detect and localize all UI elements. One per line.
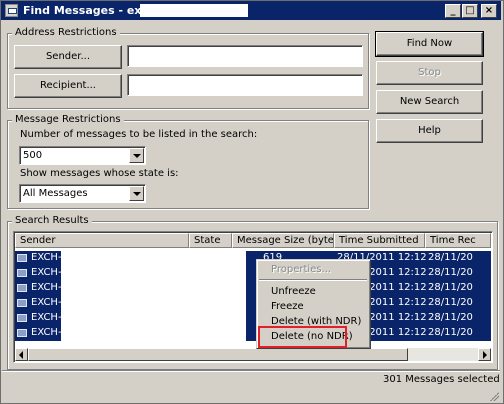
row-time-received: 28/11/20 (428, 267, 473, 278)
row-time-received: 28/11/20 (428, 297, 473, 308)
menu-separator (259, 279, 367, 281)
scroll-left-icon[interactable] (15, 348, 28, 361)
sender-field[interactable] (127, 45, 363, 67)
window-icon (5, 4, 18, 17)
message-count-label: Number of messages to be listed in the s… (20, 129, 258, 140)
sender-button[interactable]: Sender... (14, 45, 122, 69)
row-time-received: 28/11/20 (428, 282, 473, 293)
message-count-value: 500 (23, 150, 43, 161)
redaction (61, 250, 246, 341)
row-sender: EXCH- (31, 312, 62, 323)
combo-arrow-icon[interactable] (129, 186, 144, 201)
message-count-combo[interactable]: 500 (19, 146, 146, 165)
message-state-label: Show messages whose state is: (20, 168, 179, 179)
message-state-combo[interactable]: All Messages (19, 184, 146, 203)
column-header-size[interactable]: Message Size (bytes) (232, 233, 334, 248)
close-button[interactable]: × (481, 4, 497, 18)
message-icon (17, 299, 27, 307)
column-header-sender[interactable]: Sender (15, 233, 189, 248)
column-header-state[interactable]: State (189, 233, 232, 248)
scroll-right-icon[interactable] (478, 348, 491, 361)
message-icon (17, 329, 27, 337)
find-now-button[interactable]: Find Now (375, 31, 484, 57)
stop-button: Stop (376, 61, 483, 85)
row-sender: EXCH- (31, 327, 62, 338)
row-sender: EXCH- (31, 282, 62, 293)
menu-item-unfreeze[interactable]: Unfreeze (271, 286, 316, 297)
column-header-time-received[interactable]: Time Rec (425, 233, 491, 248)
row-sender: EXCH- (31, 297, 62, 308)
recipient-button[interactable]: Recipient... (14, 74, 122, 98)
message-icon (17, 254, 27, 262)
minimize-button[interactable]: _ (445, 4, 461, 18)
message-icon (17, 314, 27, 322)
message-icon (17, 269, 27, 277)
status-text: 301 Messages selected (383, 374, 500, 385)
row-time-received: 28/11/20 (428, 312, 473, 323)
horizontal-scrollbar[interactable] (15, 348, 491, 361)
combo-arrow-icon[interactable] (129, 148, 144, 163)
row-sender: EXCH- (31, 267, 62, 278)
help-button[interactable]: Help (376, 119, 483, 143)
row-sender: EXCH- (31, 252, 62, 263)
message-icon (17, 284, 27, 292)
scroll-thumb[interactable] (28, 348, 408, 361)
resize-grip[interactable] (489, 391, 499, 401)
highlight-box (258, 326, 347, 348)
title-bar: Find Messages - exch- _ □ × (1, 1, 501, 20)
row-time-received: 28/11/20 (428, 252, 473, 263)
maximize-button[interactable]: □ (462, 4, 478, 18)
menu-item-properties: Properties... (271, 264, 332, 275)
new-search-button[interactable]: New Search (376, 90, 483, 114)
recipient-field[interactable] (127, 74, 363, 96)
search-results-legend: Search Results (12, 215, 92, 226)
column-header-time-submitted[interactable]: Time Submitted (334, 233, 425, 248)
menu-item-freeze[interactable]: Freeze (271, 301, 304, 312)
message-state-value: All Messages (23, 188, 88, 199)
row-time-received: 28/11/20 (428, 327, 473, 338)
status-divider (2, 370, 500, 372)
message-restrictions-legend: Message Restrictions (12, 114, 124, 125)
address-restrictions-legend: Address Restrictions (12, 27, 120, 38)
redaction (140, 4, 248, 17)
